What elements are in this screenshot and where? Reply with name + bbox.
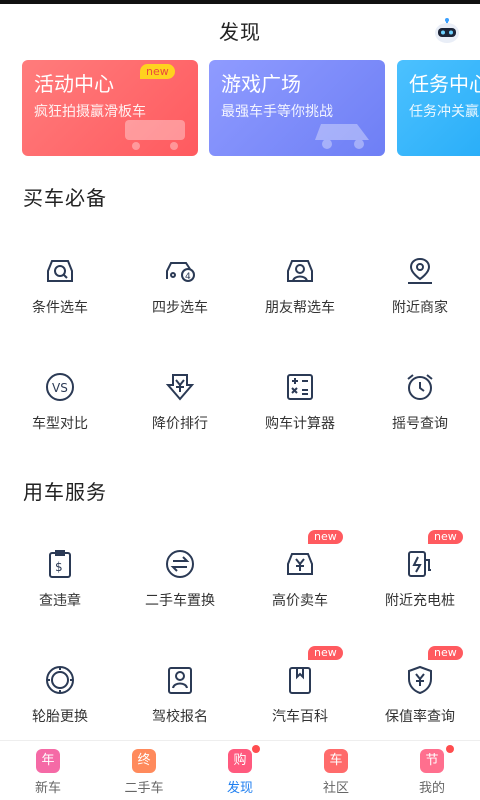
skateboard-illustration-icon [125, 120, 185, 150]
tab-label: 我的 [418, 781, 445, 796]
grid-item-label: 附近商家 [392, 300, 448, 316]
grid-item-nearby-dealer[interactable]: 附近商家 [360, 255, 480, 345]
bottom-tab-bar: 年 新车 终 二手车 购 发现 车 社区 节 我的 [0, 740, 480, 800]
banner-activity-center[interactable]: 活动中心 疯狂拍摄赢滑板车 new [22, 60, 198, 156]
grid-item-label: 购车计算器 [265, 416, 335, 432]
grid-item-label: 附近充电桩 [385, 593, 455, 609]
tab-used-car[interactable]: 终 二手车 [96, 741, 192, 800]
top-header: 发现 [0, 4, 480, 56]
swap-icon [166, 550, 194, 578]
grid-item-price-drop[interactable]: 降价排行 [120, 371, 240, 461]
grid-item-label: 保值率查询 [385, 709, 455, 725]
grid-item-label: 摇号查询 [392, 416, 448, 432]
grid-item-violation[interactable]: $ 查违章 [0, 548, 120, 638]
banner-carousel[interactable]: 活动中心 疯狂拍摄赢滑板车 new 游戏广场 最强车手等你挑战 任务中心 任务冲… [0, 60, 480, 160]
new-badge: new [428, 646, 463, 660]
page-title: 发现 [219, 19, 261, 44]
shield-yen-icon [408, 665, 432, 695]
grid-item-label: 二手车置换 [145, 593, 215, 609]
svg-text:$: $ [55, 560, 63, 574]
grid-item-label: 查违章 [39, 593, 81, 609]
grid-item-label: 汽车百科 [272, 709, 328, 725]
notification-dot [252, 745, 260, 753]
alarm-clock-icon [407, 374, 433, 400]
new-badge: new [308, 646, 343, 660]
notification-dot [446, 745, 454, 753]
grid-item-charging[interactable]: new 附近充电桩 [360, 530, 480, 638]
car-search-icon [47, 260, 73, 282]
location-pin-icon [408, 257, 432, 284]
grid-item-label: 降价排行 [152, 416, 208, 432]
banner-task-center[interactable]: 任务中心 任务冲关赢 [397, 60, 480, 156]
grid-item-label: 驾校报名 [152, 709, 208, 725]
robot-assistant-icon[interactable] [432, 16, 462, 46]
tab-discover-icon: 购 [228, 749, 252, 773]
price-down-icon [165, 374, 195, 401]
tab-new-car[interactable]: 年 新车 [0, 741, 96, 800]
calculator-icon [287, 374, 313, 400]
sell-car-icon [287, 553, 313, 575]
tab-label: 二手车 [124, 781, 164, 796]
banner-game-plaza[interactable]: 游戏广场 最强车手等你挑战 [209, 60, 385, 156]
grid-item-label: 朋友帮选车 [265, 300, 335, 316]
tab-new-car-icon: 年 [36, 749, 60, 773]
banner-title: 任务中心 [409, 72, 480, 96]
driving-school-icon [168, 667, 192, 694]
grid-item-label: 高价卖车 [272, 593, 328, 609]
banner-subtitle: 任务冲关赢 [409, 104, 479, 120]
tab-discover[interactable]: 购 发现 [192, 741, 288, 800]
grid-item-four-step[interactable]: 4 四步选车 [120, 255, 240, 345]
grid-item-label: 车型对比 [32, 416, 88, 432]
car-four-icon: 4 [166, 262, 195, 282]
vs-icon: VS [46, 373, 74, 401]
tab-label: 新车 [34, 781, 61, 796]
section-title-service: 用车服务 [23, 480, 107, 504]
grid-item-compare[interactable]: VS 车型对比 [0, 371, 120, 461]
grid-item-label: 四步选车 [152, 300, 208, 316]
tab-mine-icon: 节 [420, 749, 444, 773]
svg-text:VS: VS [52, 381, 68, 395]
tire-icon [46, 666, 74, 694]
grid-item-lottery-query[interactable]: 摇号查询 [360, 371, 480, 461]
grid-item-label: 条件选车 [32, 300, 88, 316]
friend-help-icon [287, 260, 313, 282]
grid-item-friend-help[interactable]: 朋友帮选车 [240, 255, 360, 345]
grid-item-condition-select[interactable]: 条件选车 [0, 255, 120, 345]
grid-item-label: 轮胎更换 [32, 709, 88, 725]
tab-community[interactable]: 车 社区 [288, 741, 384, 800]
tab-label: 发现 [226, 781, 253, 796]
tab-used-car-icon: 终 [132, 749, 156, 773]
tab-label: 社区 [322, 781, 349, 796]
grid-item-calculator[interactable]: 购车计算器 [240, 371, 360, 461]
new-badge: new [428, 530, 463, 544]
grid-item-trade-in[interactable]: 二手车置换 [120, 548, 240, 638]
charger-icon [408, 551, 431, 577]
svg-text:4: 4 [185, 272, 191, 282]
tab-community-icon: 车 [324, 749, 348, 773]
new-badge: new [140, 64, 175, 79]
violation-icon: $ [49, 550, 71, 578]
grid-item-sell-car[interactable]: new 高价卖车 [240, 530, 360, 638]
section-title-buy: 买车必备 [23, 186, 107, 210]
new-badge: new [308, 530, 343, 544]
tab-mine[interactable]: 节 我的 [384, 741, 480, 800]
banner-title: 游戏广场 [221, 72, 301, 96]
book-icon [289, 667, 311, 694]
car-illustration-icon [315, 124, 369, 149]
